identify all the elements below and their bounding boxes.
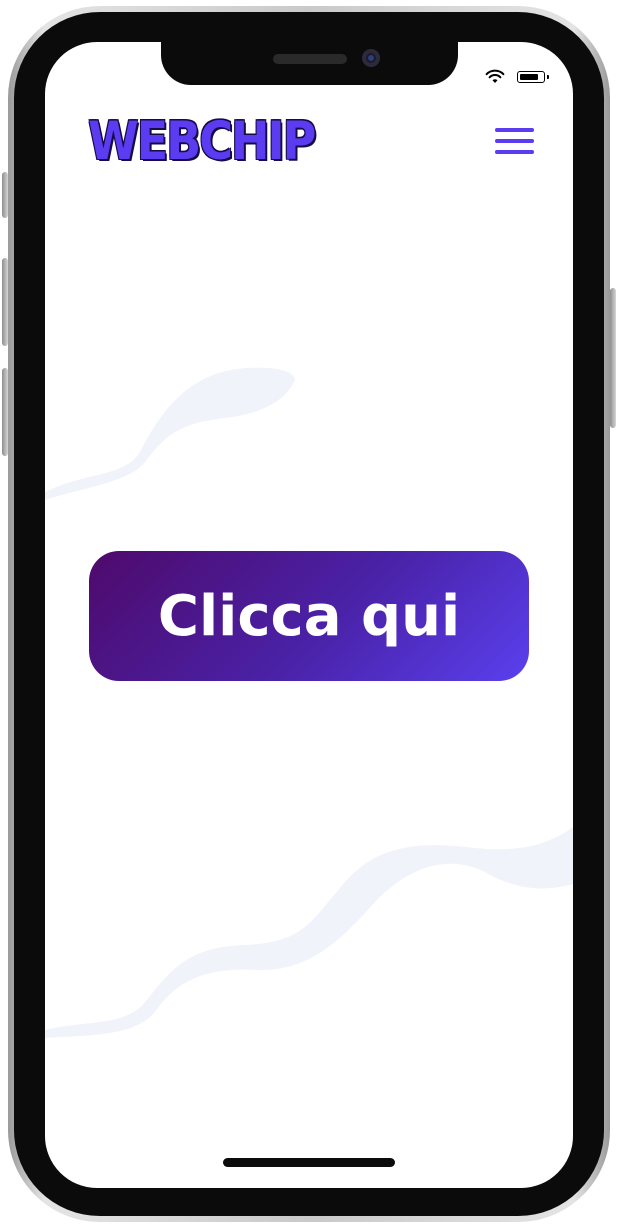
cta-button[interactable]: Clicca qui <box>89 551 529 681</box>
logo[interactable]: WEBCHIP <box>88 114 316 167</box>
battery-icon <box>517 70 549 83</box>
menu-line <box>495 139 534 143</box>
speaker-grille <box>273 54 347 64</box>
notch <box>161 42 458 85</box>
wifi-icon <box>485 69 505 83</box>
hamburger-menu-icon[interactable] <box>495 128 534 155</box>
home-indicator[interactable] <box>223 1158 395 1167</box>
front-camera <box>362 49 380 67</box>
status-bar <box>485 69 549 84</box>
volume-up-button <box>2 258 8 346</box>
battery-level <box>520 73 539 80</box>
phone-screen: WEBCHIP Clicca qui <box>45 42 573 1188</box>
menu-line <box>495 150 534 154</box>
mute-switch <box>2 172 8 218</box>
menu-line <box>495 128 534 132</box>
power-button <box>610 288 616 428</box>
volume-down-button <box>2 368 8 456</box>
cta-button-label: Clicca qui <box>157 583 461 649</box>
